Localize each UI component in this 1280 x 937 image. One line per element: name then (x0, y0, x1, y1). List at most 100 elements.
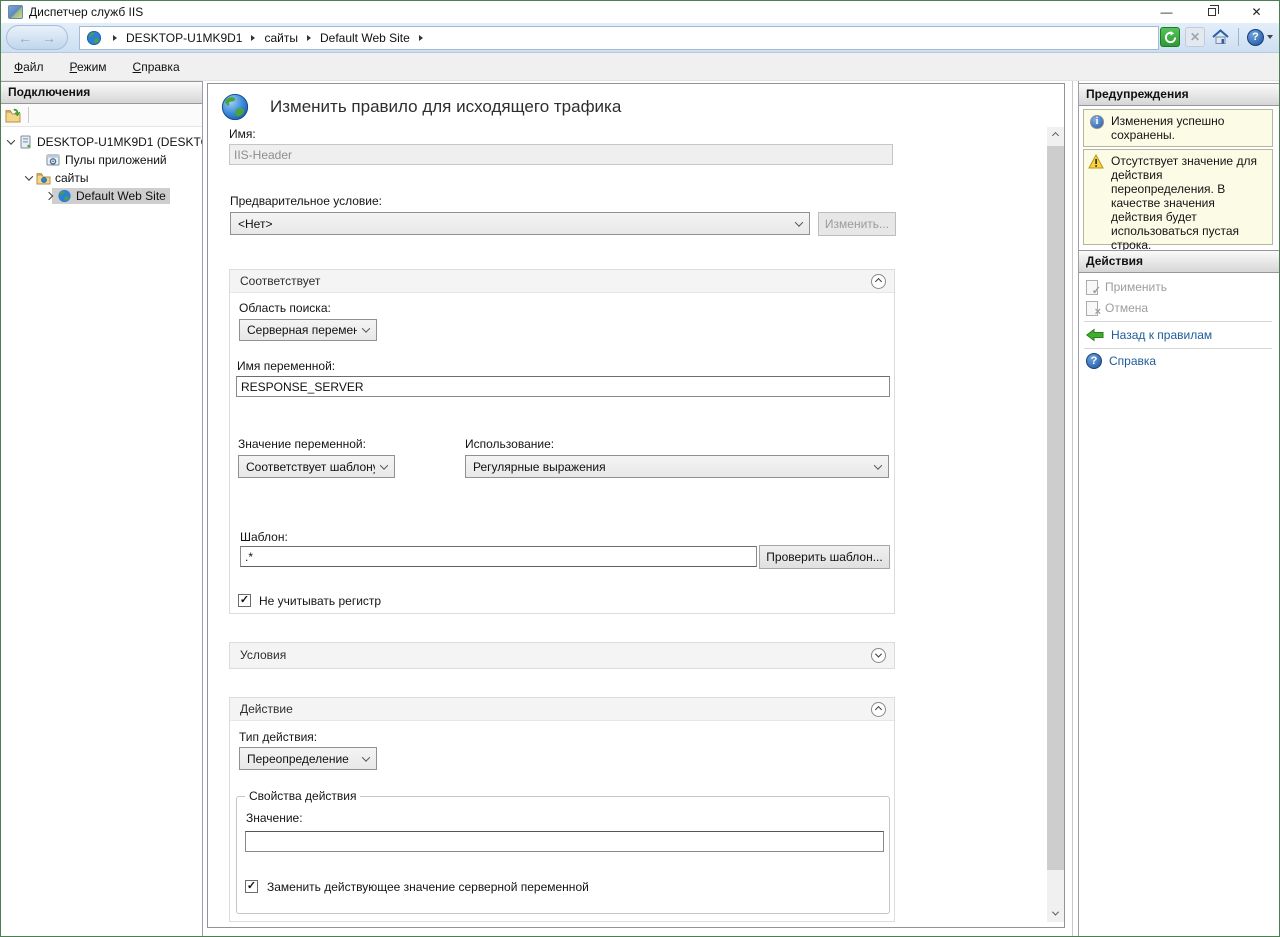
stop-button[interactable]: ✕ (1185, 27, 1205, 47)
using-dropdown[interactable]: Регулярные выражения (465, 455, 889, 478)
expand-section-button[interactable] (871, 648, 886, 663)
actions-header: Действия (1079, 250, 1279, 273)
match-section-header[interactable]: Соответствует (230, 270, 894, 293)
variable-value-value: Соответствует шаблону (246, 460, 375, 474)
collapse-section-button[interactable] (871, 274, 886, 289)
menu-help[interactable]: Справка (133, 60, 180, 74)
chevron-down-icon (1267, 35, 1273, 39)
chevron-down-icon (362, 753, 370, 761)
chevron-down-icon (874, 461, 882, 469)
using-value: Регулярные выражения (473, 460, 869, 474)
connections-header: Подключения (1, 81, 202, 104)
panel-splitter[interactable] (1072, 81, 1073, 936)
chevron-up-icon (875, 278, 882, 285)
name-label: Имя: (229, 127, 256, 141)
connections-pane: Подключения DESKTOP-U1MK9D1 (DESKTOP (1, 81, 203, 936)
alert-info: i Изменения успешно сохранены. (1083, 109, 1273, 147)
value-input[interactable] (245, 831, 884, 852)
chevron-up-icon (875, 706, 882, 713)
breadcrumb-item-sites[interactable]: сайты (264, 31, 298, 45)
home-button[interactable] (1210, 27, 1230, 47)
tree-item-sites[interactable]: сайты (1, 169, 202, 187)
variable-value-dropdown[interactable]: Соответствует шаблону (238, 455, 395, 478)
action-properties-legend: Свойства действия (245, 789, 360, 803)
checkbox-checked-icon: ✓ (240, 594, 249, 606)
collapse-section-button[interactable] (871, 702, 886, 717)
help-action[interactable]: ? Справка (1086, 352, 1156, 370)
test-pattern-button[interactable]: Проверить шаблон... (759, 545, 890, 569)
precondition-label: Предварительное условие: (230, 194, 382, 208)
alert-warning-text: Отсутствует значение для действия переоп… (1111, 154, 1257, 252)
name-input (229, 144, 893, 165)
actions-pane: Предупреждения i Изменения успешно сохра… (1078, 81, 1279, 936)
chevron-down-icon (795, 218, 803, 226)
breadcrumb-separator-icon (419, 35, 423, 41)
cancel-action: × Отмена (1086, 299, 1148, 317)
match-section-title: Соответствует (240, 274, 320, 288)
feature-page: Изменить правило для исходящего трафика … (207, 83, 1065, 928)
back-to-rules-label[interactable]: Назад к правилам (1111, 328, 1212, 342)
minimize-button[interactable]: — (1144, 1, 1189, 23)
expander-expanded-icon[interactable] (7, 136, 15, 144)
back-button[interactable]: ← (18, 31, 32, 45)
precondition-dropdown[interactable]: <Нет> (230, 212, 810, 235)
tree-item-server[interactable]: DESKTOP-U1MK9D1 (DESKTOP (1, 133, 202, 151)
warning-icon (1088, 154, 1104, 169)
breadcrumb-item-server[interactable]: DESKTOP-U1MK9D1 (126, 31, 242, 45)
expander-expanded-icon[interactable] (25, 172, 33, 180)
ignore-case-checkbox[interactable]: ✓ (238, 594, 251, 607)
scope-label: Область поиска: (239, 301, 331, 315)
menu-file[interactable]: Файл (14, 60, 44, 74)
action-type-dropdown[interactable]: Переопределение (239, 747, 377, 770)
variable-name-label: Имя переменной: (237, 359, 335, 373)
variable-value-label: Значение переменной: (238, 437, 366, 451)
apply-label: Применить (1105, 280, 1167, 294)
tree-item-default-web-site[interactable]: Default Web Site (1, 187, 202, 205)
variable-name-input[interactable] (236, 376, 890, 397)
actions-separator (1084, 348, 1272, 349)
tree-item-server-label: DESKTOP-U1MK9D1 (DESKTOP (37, 135, 202, 149)
selected-tree-item[interactable]: Default Web Site (52, 188, 170, 204)
help-menu-button[interactable]: ? (1247, 29, 1273, 46)
create-connection-icon[interactable] (5, 108, 21, 123)
breadcrumb-item-default-web-site[interactable]: Default Web Site (320, 31, 410, 45)
conditions-section-header[interactable]: Условия (230, 643, 894, 668)
pattern-input[interactable] (240, 546, 757, 567)
info-icon: i (1090, 115, 1104, 129)
restore-button[interactable] (1189, 1, 1234, 23)
tree-item-default-web-site-label: Default Web Site (76, 189, 166, 203)
connections-tree: DESKTOP-U1MK9D1 (DESKTOP Пулы приложений… (1, 127, 202, 205)
alert-warning: Отсутствует значение для действия переоп… (1083, 149, 1273, 245)
actions-separator (1084, 321, 1272, 322)
help-label[interactable]: Справка (1109, 354, 1156, 368)
match-section: Соответствует Область поиска: Серверная … (229, 269, 895, 614)
conditions-section: Условия (229, 642, 895, 669)
help-icon: ? (1247, 29, 1264, 46)
edit-precondition-button[interactable]: Изменить... (818, 212, 896, 236)
help-icon: ? (1086, 353, 1102, 369)
alerts-header: Предупреждения (1079, 83, 1279, 106)
menu-bar: Файл Режим Справка (1, 53, 1279, 81)
menu-view[interactable]: Режим (70, 60, 107, 74)
close-button[interactable]: ✕ (1234, 1, 1279, 23)
action-type-value: Переопределение (247, 752, 357, 766)
back-to-rules-action[interactable]: Назад к правилам (1086, 326, 1212, 344)
action-properties-group: Свойства действия Значение: ✓ Заменить д… (236, 796, 890, 914)
chevron-down-icon (380, 461, 388, 469)
scope-dropdown[interactable]: Серверная переменн (239, 319, 377, 341)
breadcrumb[interactable]: DESKTOP-U1MK9D1 сайты Default Web Site (79, 26, 1159, 50)
vertical-scrollbar[interactable] (1047, 127, 1064, 922)
page-title: Изменить правило для исходящего трафика (270, 97, 621, 117)
scroll-up-button[interactable] (1047, 127, 1064, 144)
refresh-button[interactable] (1160, 27, 1180, 47)
scrollbar-thumb[interactable] (1047, 146, 1064, 870)
globe-icon (86, 30, 102, 46)
forward-button[interactable]: → (42, 31, 56, 45)
tree-item-app-pools[interactable]: Пулы приложений (1, 151, 202, 169)
action-section-title: Действие (240, 702, 293, 716)
feature-globe-icon (220, 92, 250, 122)
action-section-header[interactable]: Действие (230, 698, 894, 721)
connections-toolbar (1, 104, 202, 127)
scroll-down-button[interactable] (1047, 905, 1064, 922)
replace-value-checkbox[interactable]: ✓ (245, 880, 258, 893)
